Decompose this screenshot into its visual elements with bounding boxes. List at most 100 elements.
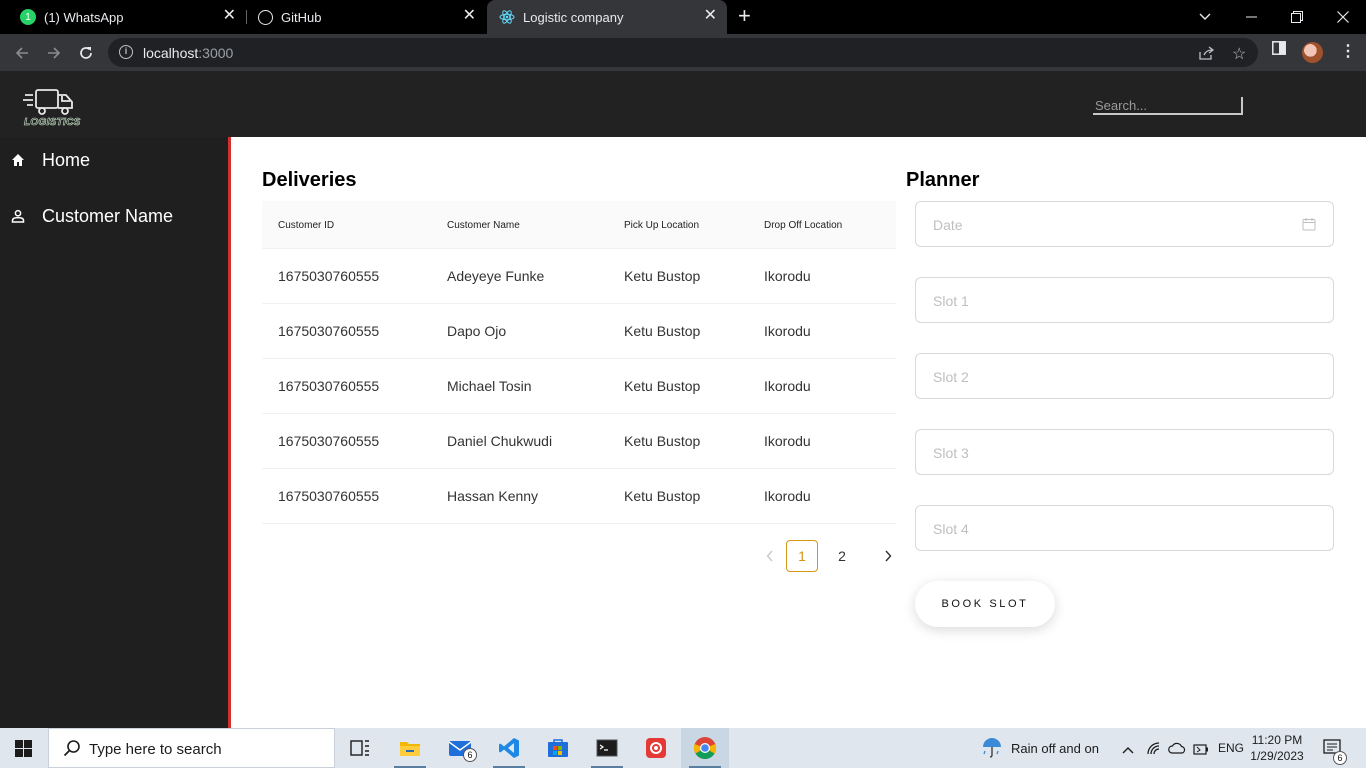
address-bar[interactable]: i localhost:3000 ☆	[108, 38, 1258, 67]
slot-placeholder: Slot 3	[933, 445, 969, 461]
file-explorer-icon[interactable]	[386, 728, 434, 768]
cell-customer-id: 1675030760555	[278, 488, 380, 504]
pagination-page-2[interactable]: 2	[826, 540, 858, 572]
tab-github[interactable]: GitHub ✕	[246, 0, 486, 34]
search-icon	[63, 740, 80, 757]
cell-customer-id: 1675030760555	[278, 323, 380, 339]
tab-title: (1) WhatsApp	[44, 9, 124, 25]
restore-button[interactable]	[1274, 0, 1320, 34]
tab-logistic-company[interactable]: Logistic company ✕	[487, 0, 727, 34]
column-header: Drop Off Location	[764, 220, 843, 231]
minimize-button[interactable]	[1228, 0, 1274, 34]
notifications-badge: 6	[1333, 751, 1347, 765]
windows-start-icon[interactable]	[15, 740, 32, 757]
cell-dropoff: Ikorodu	[764, 268, 811, 284]
forward-arrow-icon[interactable]	[42, 41, 66, 65]
close-tab-icon[interactable]: ✕	[704, 8, 717, 24]
cell-dropoff: Ikorodu	[764, 323, 811, 339]
back-arrow-icon[interactable]	[10, 41, 34, 65]
main-content: Deliveries Customer ID Customer Name Pic…	[228, 137, 1366, 728]
slot-3-input[interactable]: Slot 3	[915, 429, 1334, 475]
cell-customer-id: 1675030760555	[278, 268, 380, 284]
clock-date: 1/29/2023	[1250, 749, 1304, 763]
slot-placeholder: Slot 4	[933, 521, 969, 537]
windows-taskbar: Type here to search 6 Rain off and on EN…	[0, 728, 1366, 768]
mail-icon[interactable]: 6	[436, 728, 484, 768]
menu-kebab-icon[interactable]: ⋮	[1340, 41, 1356, 61]
weather-text[interactable]: Rain off and on	[1011, 741, 1099, 756]
sidebar: Home Customer Name	[0, 137, 228, 728]
deliveries-table: Customer ID Customer Name Pick Up Locati…	[262, 201, 896, 524]
chrome-icon[interactable]	[681, 728, 729, 768]
cell-pickup: Ketu Bustop	[624, 378, 701, 394]
column-header: Customer Name	[447, 220, 520, 231]
table-header: Customer ID Customer Name Pick Up Locati…	[262, 201, 896, 249]
pagination-page-1[interactable]: 1	[786, 540, 818, 572]
notifications-icon[interactable]: 6	[1323, 739, 1347, 765]
table-row[interactable]: 1675030760555 Adeyeye Funke Ketu Bustop …	[262, 249, 896, 304]
slot-placeholder: Slot 2	[933, 369, 969, 385]
vscode-icon[interactable]	[485, 728, 533, 768]
tray-chevron-up-icon[interactable]	[1122, 741, 1134, 759]
planner-title: Planner	[906, 169, 980, 191]
cell-pickup: Ketu Bustop	[624, 323, 701, 339]
bookmark-star-icon[interactable]: ☆	[1232, 44, 1246, 64]
battery-icon[interactable]	[1193, 742, 1209, 760]
cell-customer-name: Adeyeye Funke	[447, 268, 545, 284]
book-slot-button[interactable]: BOOK SLOT	[915, 581, 1055, 627]
reload-icon[interactable]	[74, 41, 98, 65]
table-row[interactable]: 1675030760555 Michael Tosin Ketu Bustop …	[262, 359, 896, 414]
side-panel-icon[interactable]	[1272, 41, 1286, 60]
tab-title: GitHub	[281, 9, 322, 25]
sidebar-item-label: Home	[42, 149, 91, 170]
table-row[interactable]: 1675030760555 Hassan Kenny Ketu Bustop I…	[262, 469, 896, 524]
tab-whatsapp[interactable]: 1 (1) WhatsApp ✕	[0, 0, 246, 34]
date-picker[interactable]: Date	[915, 201, 1334, 247]
site-info-icon[interactable]: i	[119, 45, 133, 59]
truck-icon	[23, 89, 73, 115]
sidebar-item-label: Customer Name	[42, 205, 174, 226]
sidebar-item-customer-name[interactable]: Customer Name	[0, 196, 228, 236]
cell-dropoff: Ikorodu	[764, 378, 811, 394]
clock[interactable]: 11:20 PM 1/29/2023	[1244, 732, 1310, 764]
onedrive-icon[interactable]	[1168, 741, 1186, 759]
close-window-button[interactable]	[1320, 0, 1366, 34]
clock-time: 11:20 PM	[1251, 733, 1303, 747]
terminal-icon[interactable]	[583, 728, 631, 768]
cell-customer-name: Daniel Chukwudi	[447, 433, 553, 449]
screen-recorder-icon[interactable]	[632, 728, 680, 768]
slot-4-input[interactable]: Slot 4	[915, 505, 1334, 551]
wifi-icon[interactable]	[1146, 741, 1162, 760]
tab-search-chevron-icon[interactable]	[1182, 0, 1228, 34]
task-view-icon[interactable]	[336, 728, 384, 768]
profile-avatar[interactable]	[1302, 42, 1323, 63]
column-header: Customer ID	[278, 220, 335, 231]
pagination-prev-icon[interactable]	[756, 540, 784, 572]
github-icon	[258, 9, 273, 25]
search-input[interactable]	[1093, 97, 1243, 115]
slot-1-input[interactable]: Slot 1	[915, 277, 1334, 323]
calendar-icon[interactable]	[1302, 217, 1316, 231]
language-indicator[interactable]: ENG	[1218, 741, 1244, 755]
cell-pickup: Ketu Bustop	[624, 433, 701, 449]
sidebar-item-home[interactable]: Home	[0, 140, 228, 180]
table-row[interactable]: 1675030760555 Dapo Ojo Ketu Bustop Ikoro…	[262, 304, 896, 359]
react-icon	[499, 9, 515, 25]
pagination-next-icon[interactable]	[874, 540, 902, 572]
microsoft-store-icon[interactable]	[534, 728, 582, 768]
url-text: localhost:3000	[143, 45, 234, 61]
date-placeholder: Date	[933, 217, 963, 233]
app-root: LOGISTICS Home Customer Name Deliveries …	[0, 71, 1366, 728]
deliveries-title: Deliveries	[262, 169, 357, 191]
close-tab-icon[interactable]: ✕	[223, 8, 236, 24]
slot-placeholder: Slot 1	[933, 293, 969, 309]
user-icon	[11, 209, 25, 223]
slot-2-input[interactable]: Slot 2	[915, 353, 1334, 399]
close-tab-icon[interactable]: ✕	[463, 8, 476, 24]
weather-rain-icon[interactable]	[980, 737, 1004, 764]
share-icon[interactable]	[1199, 46, 1215, 63]
taskbar-search-box[interactable]: Type here to search	[48, 728, 335, 768]
table-row[interactable]: 1675030760555 Daniel Chukwudi Ketu Busto…	[262, 414, 896, 469]
cell-pickup: Ketu Bustop	[624, 268, 701, 284]
new-tab-button[interactable]: +	[738, 5, 751, 27]
